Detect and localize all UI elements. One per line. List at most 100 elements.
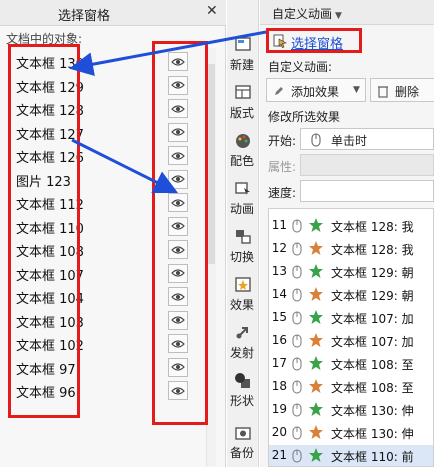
eye-icon[interactable] [168,122,188,142]
eye-icon[interactable] [168,146,188,165]
new-slide-icon [235,37,251,51]
eye-icon[interactable] [168,193,188,212]
eye-icon[interactable] [168,357,188,377]
custom-animation-header[interactable]: 自定义动画 ▼ [260,0,434,25]
eye-icon[interactable] [168,240,188,259]
eye-icon[interactable] [168,310,188,330]
animation-item-number: 12 [271,241,287,255]
object-name[interactable]: 文本框 107 [16,265,84,284]
tool-layout-button[interactable]: 版式 [227,80,259,126]
object-row[interactable]: 文本框 130 [0,50,200,74]
eye-icon[interactable] [168,334,188,353]
tool-new-button[interactable]: 新建 [227,32,259,78]
object-row[interactable]: 文本框 129 [0,74,200,98]
object-name[interactable]: 文本框 102 [16,335,84,354]
object-row[interactable]: 文本框 104 [0,285,200,309]
animation-item-label: 文本框 110: 前 [331,450,414,464]
object-row[interactable]: 文本框 126 [0,144,200,168]
object-row[interactable]: 文本框 107 [0,262,200,286]
tool-transition-button[interactable]: 切换 [227,224,259,270]
object-row[interactable]: 文本框 128 [0,97,200,121]
animation-item-label: 文本框 107: 加 [331,335,414,349]
animation-item[interactable]: 14 文本框 129: 朝 [269,284,433,305]
effect-star-icon [307,263,325,282]
side-tool-bar: 新建 版式 配色 动画 切换 效果 发射 形状 备份 [227,0,259,467]
object-name[interactable]: 图片 123 [16,171,71,190]
effect-star-icon [307,309,325,328]
tool-color-scheme-button[interactable]: 配色 [227,128,259,174]
start-select[interactable]: 单击时 [300,128,434,150]
animation-item[interactable]: 16 文本框 107: 加 [269,330,433,351]
object-name[interactable]: 文本框 127 [16,124,84,143]
object-name[interactable]: 文本框 128 [16,100,84,119]
animation-item[interactable]: 12 文本框 128: 我 [269,238,433,259]
add-effect-button[interactable]: 添加效果 ▼ [266,78,366,102]
animation-item[interactable]: 18 文本框 108: 至 [269,376,433,397]
mouse-click-icon [291,380,303,397]
tool-shape-label: 形状 [230,394,255,408]
eye-icon[interactable] [168,52,188,71]
object-name[interactable]: 文本框 110 [16,218,84,237]
custom-animation-pane: 自定义动画 ▼ 选择窗格 自定义动画: 添加效果 ▼ 删除 修改所选效果 开始: … [260,0,434,467]
object-name[interactable]: 文本框 96 [16,382,76,401]
tool-launch-button[interactable]: 发射 [227,320,259,366]
object-name[interactable]: 文本框 126 [16,147,84,166]
eye-icon[interactable] [168,381,188,400]
animation-item[interactable]: 13 文本框 129: 朝 [269,261,433,282]
animation-item-number: 14 [271,287,287,301]
object-row[interactable]: 文本框 96 [0,379,200,403]
animation-item-number: 13 [271,264,287,278]
close-icon[interactable]: ✕ [206,3,218,19]
tool-animation-button[interactable]: 动画 [227,176,259,222]
custom-animation-title: 自定义动画 ▼ [272,7,342,21]
property-label: 属性: [268,160,297,174]
object-row[interactable]: 文本框 127 [0,121,200,145]
animation-item[interactable]: 20 文本框 130: 伸 [269,422,433,443]
tool-effect-button[interactable]: 效果 [227,272,259,318]
animation-item[interactable]: 21 文本框 110: 前 [269,445,433,466]
shape-icon [235,373,250,388]
effect-star-icon [307,332,325,351]
animation-item-number: 11 [271,218,287,232]
object-row[interactable]: 文本框 102 [0,332,200,356]
selection-pane-link[interactable]: 选择窗格 [291,33,343,52]
eye-icon[interactable] [168,263,188,283]
animation-item[interactable]: 15 文本框 107: 加 [269,307,433,328]
objects-in-document-label: 文档中的对象: [6,32,83,46]
object-name[interactable]: 文本框 97 [16,359,76,378]
object-name[interactable]: 文本框 104 [16,288,84,307]
object-row[interactable]: 文本框 103 [0,309,200,333]
effect-star-icon [307,401,325,420]
chevron-down-icon: ▼ [353,85,360,95]
selection-pane-link-highlight: 选择窗格 [266,28,362,53]
delete-button[interactable]: 删除 [370,78,434,102]
object-row[interactable]: 文本框 110 [0,215,200,239]
object-row[interactable]: 图片 123 [0,168,200,192]
eye-icon[interactable] [168,99,188,118]
object-row[interactable]: 文本框 112 [0,191,200,215]
eye-icon[interactable] [168,75,188,95]
object-name[interactable]: 文本框 108 [16,241,84,260]
object-name[interactable]: 文本框 103 [16,312,84,331]
object-name[interactable]: 文本框 130 [16,53,84,72]
speed-select[interactable] [300,180,434,202]
effect-icon [235,277,251,292]
tool-shape-button[interactable]: 形状 [227,368,259,414]
effect-star-icon [307,286,325,305]
effect-star-icon [307,217,325,236]
add-effect-label: 添加效果 [291,85,340,99]
eye-icon[interactable] [168,287,188,306]
object-name[interactable]: 文本框 112 [16,194,84,213]
object-name[interactable]: 文本框 129 [16,77,84,96]
objects-scrollbar[interactable] [206,48,216,466]
eye-icon[interactable] [168,169,188,189]
object-row[interactable]: 文本框 108 [0,238,200,262]
selection-pane: 选择窗格 ✕ 文档中的对象: 文本框 130 文本框 129 文本框 128 文本框 … [0,0,226,467]
animation-item[interactable]: 19 文本框 130: 伸 [269,399,433,420]
tool-backup-button[interactable]: 备份 [227,420,259,466]
scrollbar-thumb[interactable] [208,64,215,264]
eye-icon[interactable] [168,216,188,236]
animation-item[interactable]: 17 文本框 108: 至 [269,353,433,374]
animation-item[interactable]: 11 文本框 128: 我 [269,215,433,236]
object-row[interactable]: 文本框 97 [0,356,200,380]
